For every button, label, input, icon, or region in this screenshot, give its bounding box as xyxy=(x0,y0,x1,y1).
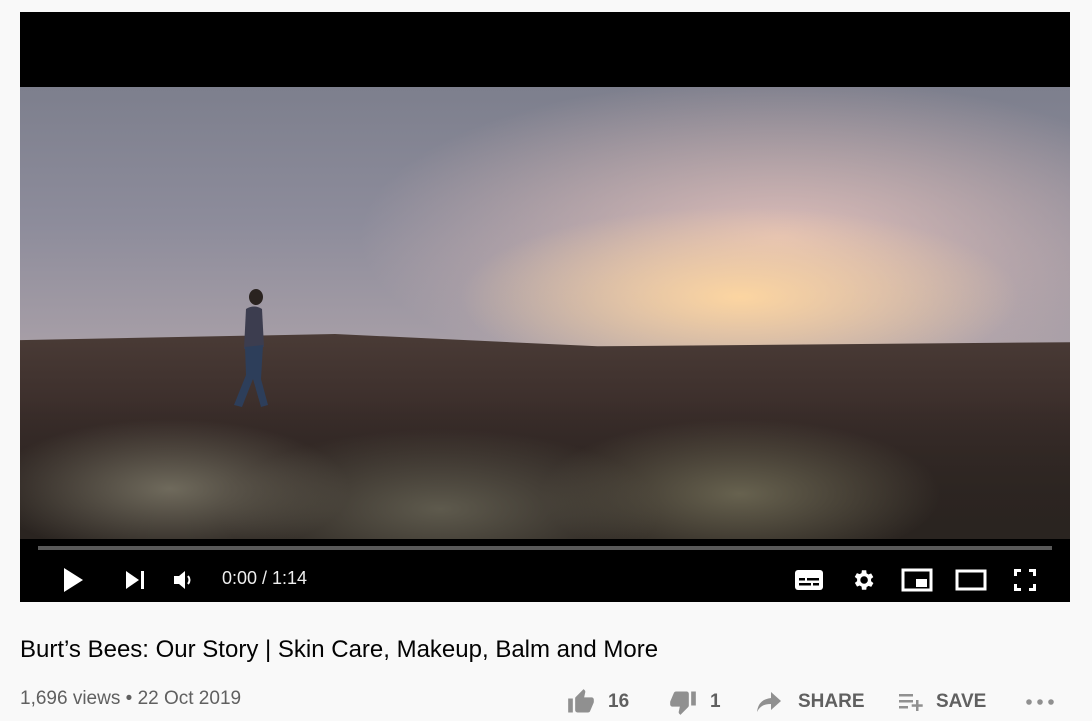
save-label: SAVE xyxy=(936,691,987,712)
save-button[interactable]: SAVE xyxy=(898,686,986,718)
more-horizontal-icon xyxy=(1026,699,1054,705)
progress-bar[interactable] xyxy=(38,546,1052,550)
thumbs-down-icon xyxy=(670,691,696,715)
miniplayer-icon xyxy=(901,568,933,592)
play-button[interactable] xyxy=(58,564,88,596)
settings-icon xyxy=(854,570,874,590)
add-to-playlist-icon xyxy=(899,694,923,711)
volume-icon xyxy=(174,571,191,589)
view-count: 1,696 views xyxy=(20,688,121,709)
theater-mode-icon xyxy=(955,569,987,591)
play-icon xyxy=(64,568,83,592)
video-meta: 1,696 views • 22 Oct 2019 xyxy=(20,688,241,710)
like-button[interactable]: 16 xyxy=(566,686,629,718)
settings-button[interactable] xyxy=(846,564,880,596)
video-title: Burt’s Bees: Our Story | Skin Care, Make… xyxy=(20,636,659,663)
upload-date: 22 Oct 2019 xyxy=(137,688,242,709)
share-label: SHARE xyxy=(798,691,865,712)
video-frame[interactable] xyxy=(20,87,1070,539)
volume-button[interactable] xyxy=(168,564,198,596)
like-count: 16 xyxy=(608,691,630,712)
share-icon xyxy=(757,692,781,712)
player-controls: 0:00 / 1:14 xyxy=(20,540,1070,602)
next-button[interactable] xyxy=(120,564,150,596)
video-player[interactable]: 0:00 / 1:14 xyxy=(20,12,1070,602)
theater-mode-button[interactable] xyxy=(954,564,988,596)
meta-separator: • xyxy=(125,688,133,709)
share-button[interactable]: SHARE xyxy=(756,686,865,718)
miniplayer-button[interactable] xyxy=(900,564,934,596)
dislike-button[interactable]: 1 xyxy=(668,686,721,718)
hiker-figure xyxy=(234,289,268,407)
fullscreen-icon xyxy=(1014,569,1036,591)
fullscreen-button[interactable] xyxy=(1008,564,1042,596)
subtitles-icon xyxy=(795,570,823,590)
thumbs-up-icon xyxy=(568,689,594,713)
dislike-count: 1 xyxy=(710,691,721,712)
subtitles-button[interactable] xyxy=(792,564,826,596)
time-display: 0:00 / 1:14 xyxy=(222,568,308,588)
video-rocks xyxy=(20,399,1070,539)
more-actions-button[interactable] xyxy=(1024,686,1056,718)
next-icon xyxy=(126,571,144,589)
